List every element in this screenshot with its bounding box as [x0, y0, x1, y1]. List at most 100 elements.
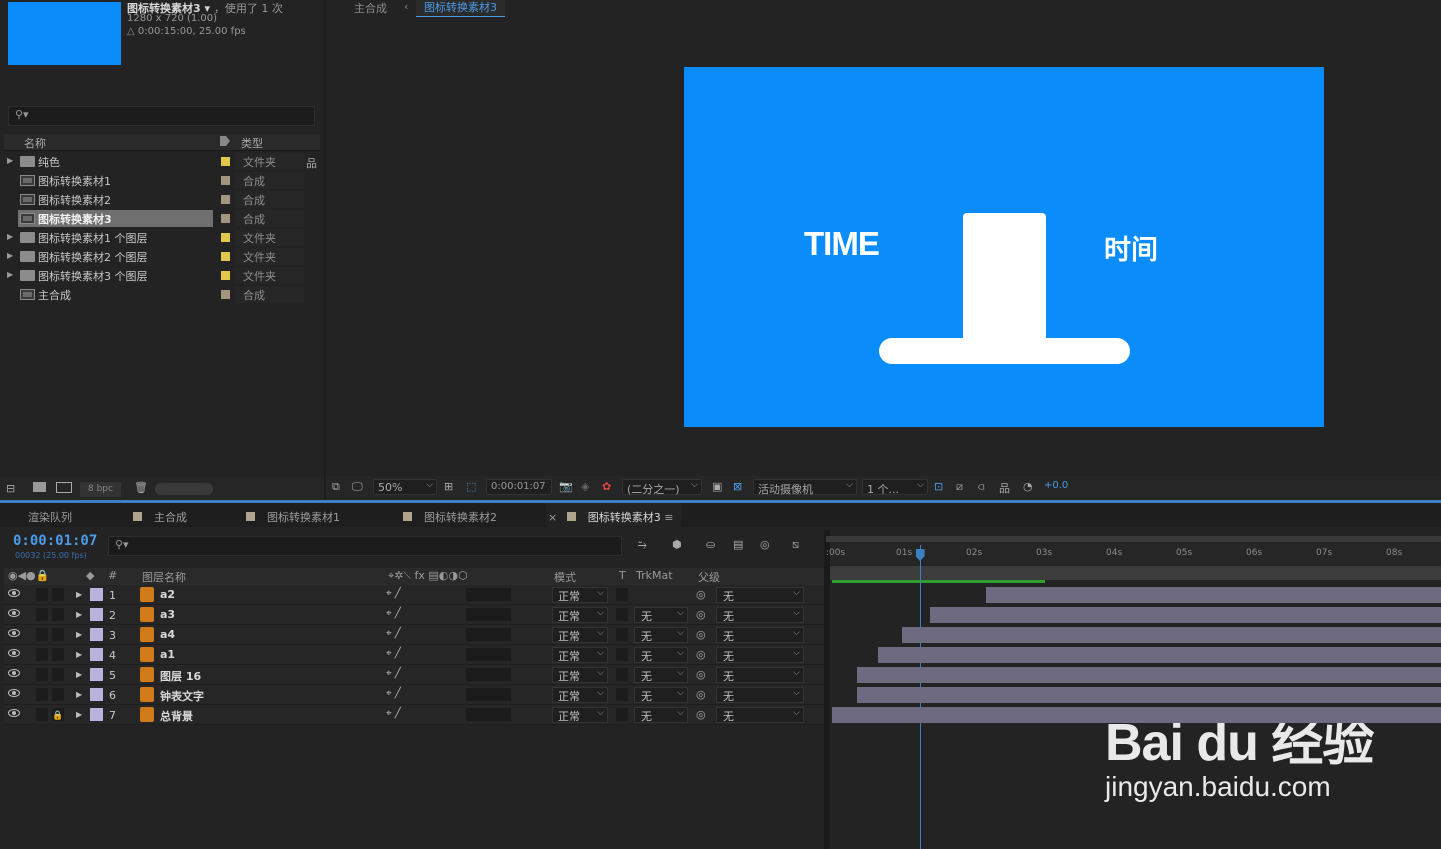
frame-blending-icon[interactable]: ▤ [733, 538, 743, 551]
trkmat-select[interactable]: 无 ⌵ [634, 687, 688, 703]
safe-zones-icon[interactable]: ⊞ [444, 480, 453, 493]
bpc-button[interactable]: 8 bpc [80, 482, 121, 497]
project-item[interactable]: 图标转换素材1 合成 [4, 171, 304, 190]
time-navigator[interactable] [826, 536, 1441, 542]
expand-triangle-icon[interactable]: ▶ [76, 710, 82, 719]
layer-switches[interactable]: ⌖ ╱ [386, 668, 416, 681]
pick-whip-icon[interactable]: ◎ [696, 608, 706, 621]
audio-switch[interactable] [36, 588, 48, 601]
solo-switch[interactable] [52, 648, 64, 661]
blend-mode-select[interactable]: 正常 ⌵ [552, 587, 608, 603]
layer-label-color[interactable] [90, 688, 103, 701]
parent-select[interactable]: 无 ⌵ [716, 707, 804, 723]
trkmat-select[interactable]: 无 ⌵ [634, 667, 688, 683]
blend-mode-select[interactable]: 正常 ⌵ [552, 687, 608, 703]
layer-row[interactable]: ▶ 1 a2 ⌖ ╱ 正常 ⌵ ◎ 无 ⌵ [4, 585, 824, 605]
label-color-swatch[interactable] [221, 157, 230, 166]
pick-whip-icon[interactable]: ◎ [696, 668, 706, 681]
blend-mode-select[interactable]: 正常 ⌵ [552, 647, 608, 663]
blend-mode-select[interactable]: 正常 ⌵ [552, 607, 608, 623]
col-type[interactable]: 类型 [241, 135, 263, 151]
label-color-swatch[interactable] [221, 214, 230, 223]
motion-blur-icon[interactable]: ◎ [760, 538, 770, 551]
layer-switches-extra[interactable] [466, 668, 511, 681]
channel-icon[interactable]: ✿ [602, 480, 611, 493]
visibility-eye-icon[interactable] [8, 609, 20, 617]
project-item[interactable]: 图标转换素材3 合成 [4, 209, 304, 228]
col-parent[interactable]: 父级 [698, 569, 720, 585]
zoom-select[interactable]: 50% ⌵ [373, 479, 437, 495]
tab-1[interactable]: 主合成 [133, 509, 187, 525]
label-color-swatch[interactable] [221, 271, 230, 280]
layer-name[interactable]: a4 [160, 628, 175, 641]
exposure-value[interactable]: +0.0 [1044, 480, 1068, 491]
project-item[interactable]: ▶ 纯色 文件夹 [4, 152, 304, 171]
draft-3d-icon[interactable]: ⬢ [672, 538, 682, 551]
visibility-eye-icon[interactable] [8, 689, 20, 697]
tab-menu-icon[interactable]: ≡ [661, 511, 673, 524]
layer-row[interactable]: ▶ 2 a3 ⌖ ╱ 正常 ⌵ 无 ⌵ ◎ 无 ⌵ [4, 605, 824, 625]
work-area-bar[interactable] [830, 566, 1441, 580]
audio-switch[interactable] [36, 608, 48, 621]
transparency-grid-icon[interactable]: ⊠ [733, 480, 742, 493]
layer-name[interactable]: a3 [160, 608, 175, 621]
layer-switches[interactable]: ⌖ ╱ [386, 588, 416, 601]
label-color-swatch[interactable] [221, 252, 230, 261]
reset-exposure-icon[interactable]: ◔ [1023, 480, 1033, 493]
col-mode[interactable]: 模式 [554, 569, 576, 585]
show-snapshot-icon[interactable]: ◈ [581, 480, 589, 493]
breadcrumb-current[interactable]: 图标转换素材3 [416, 0, 505, 17]
trkmat-select[interactable]: 无 ⌵ [634, 607, 688, 623]
pick-whip-icon[interactable]: ◎ [696, 588, 706, 601]
layer-switches[interactable]: ⌖ ╱ [386, 608, 416, 621]
audio-switch[interactable] [36, 668, 48, 681]
comp-mini-flowchart-icon[interactable]: ⥲ [638, 538, 647, 552]
resolution-select[interactable]: (二分之一) ⌵ [622, 479, 702, 496]
timeline-icon[interactable]: ⫏ [978, 480, 984, 494]
solo-switch[interactable] [52, 608, 64, 621]
label-tag-icon[interactable]: ◆ [86, 569, 94, 582]
visibility-eye-icon[interactable] [8, 709, 20, 717]
layer-duration-bar[interactable] [877, 647, 1441, 663]
layer-switches[interactable]: ⌖ ╱ [386, 628, 416, 641]
layer-label-color[interactable] [90, 708, 103, 721]
preserve-transparency-toggle[interactable] [616, 708, 628, 721]
trash-icon[interactable]: 🗑 [134, 481, 148, 494]
tab-4[interactable]: × 图标转换素材3 ≡ [546, 503, 682, 527]
visibility-eye-icon[interactable] [8, 649, 20, 657]
tab-2[interactable]: 图标转换素材1 [246, 509, 340, 525]
project-item[interactable]: ▶ 图标转换素材2 个图层 文件夹 [4, 247, 304, 266]
parent-select[interactable]: 无 ⌵ [716, 667, 804, 683]
visibility-eye-icon[interactable] [8, 629, 20, 637]
audio-switch[interactable] [36, 648, 48, 661]
mask-visibility-icon[interactable]: ⬚ [466, 480, 476, 493]
layer-switches-extra[interactable] [466, 588, 511, 601]
preserve-transparency-toggle[interactable] [616, 668, 628, 681]
layer-name[interactable]: a1 [160, 648, 175, 661]
expand-triangle-icon[interactable]: ▶ [76, 630, 82, 639]
visibility-eye-icon[interactable] [8, 669, 20, 677]
label-tag-icon[interactable] [220, 136, 230, 146]
layer-switches-extra[interactable] [466, 708, 511, 721]
col-t[interactable]: T [619, 569, 626, 582]
blend-mode-select[interactable]: 正常 ⌵ [552, 627, 608, 643]
graph-editor-icon[interactable]: ⧅ [792, 538, 799, 552]
parent-select[interactable]: 无 ⌵ [716, 687, 804, 703]
solo-switch[interactable] [52, 628, 64, 641]
solo-switch[interactable]: 🔒 [52, 708, 64, 721]
new-comp-icon[interactable] [56, 482, 72, 493]
col-trkmat[interactable]: TrkMat [636, 569, 673, 582]
layer-duration-bar[interactable] [832, 707, 1441, 723]
expand-triangle-icon[interactable]: ▶ [76, 690, 82, 699]
layer-label-color[interactable] [90, 588, 103, 601]
layer-switches-extra[interactable] [466, 648, 511, 661]
layer-name[interactable]: 图层 16 [160, 668, 201, 684]
flowchart-icon[interactable]: 品 [306, 155, 317, 171]
expand-triangle-icon[interactable]: ▶ [7, 232, 13, 241]
visibility-eye-icon[interactable] [8, 589, 20, 597]
layer-switches[interactable]: ⌖ ╱ [386, 688, 416, 701]
tab-3[interactable]: 图标转换素材2 [403, 509, 497, 525]
layer-row[interactable]: ▶ 6 钟表文字 ⌖ ╱ 正常 ⌵ 无 ⌵ ◎ 无 ⌵ [4, 685, 824, 705]
col-num[interactable]: # [108, 569, 117, 582]
preserve-transparency-toggle[interactable] [616, 608, 628, 621]
